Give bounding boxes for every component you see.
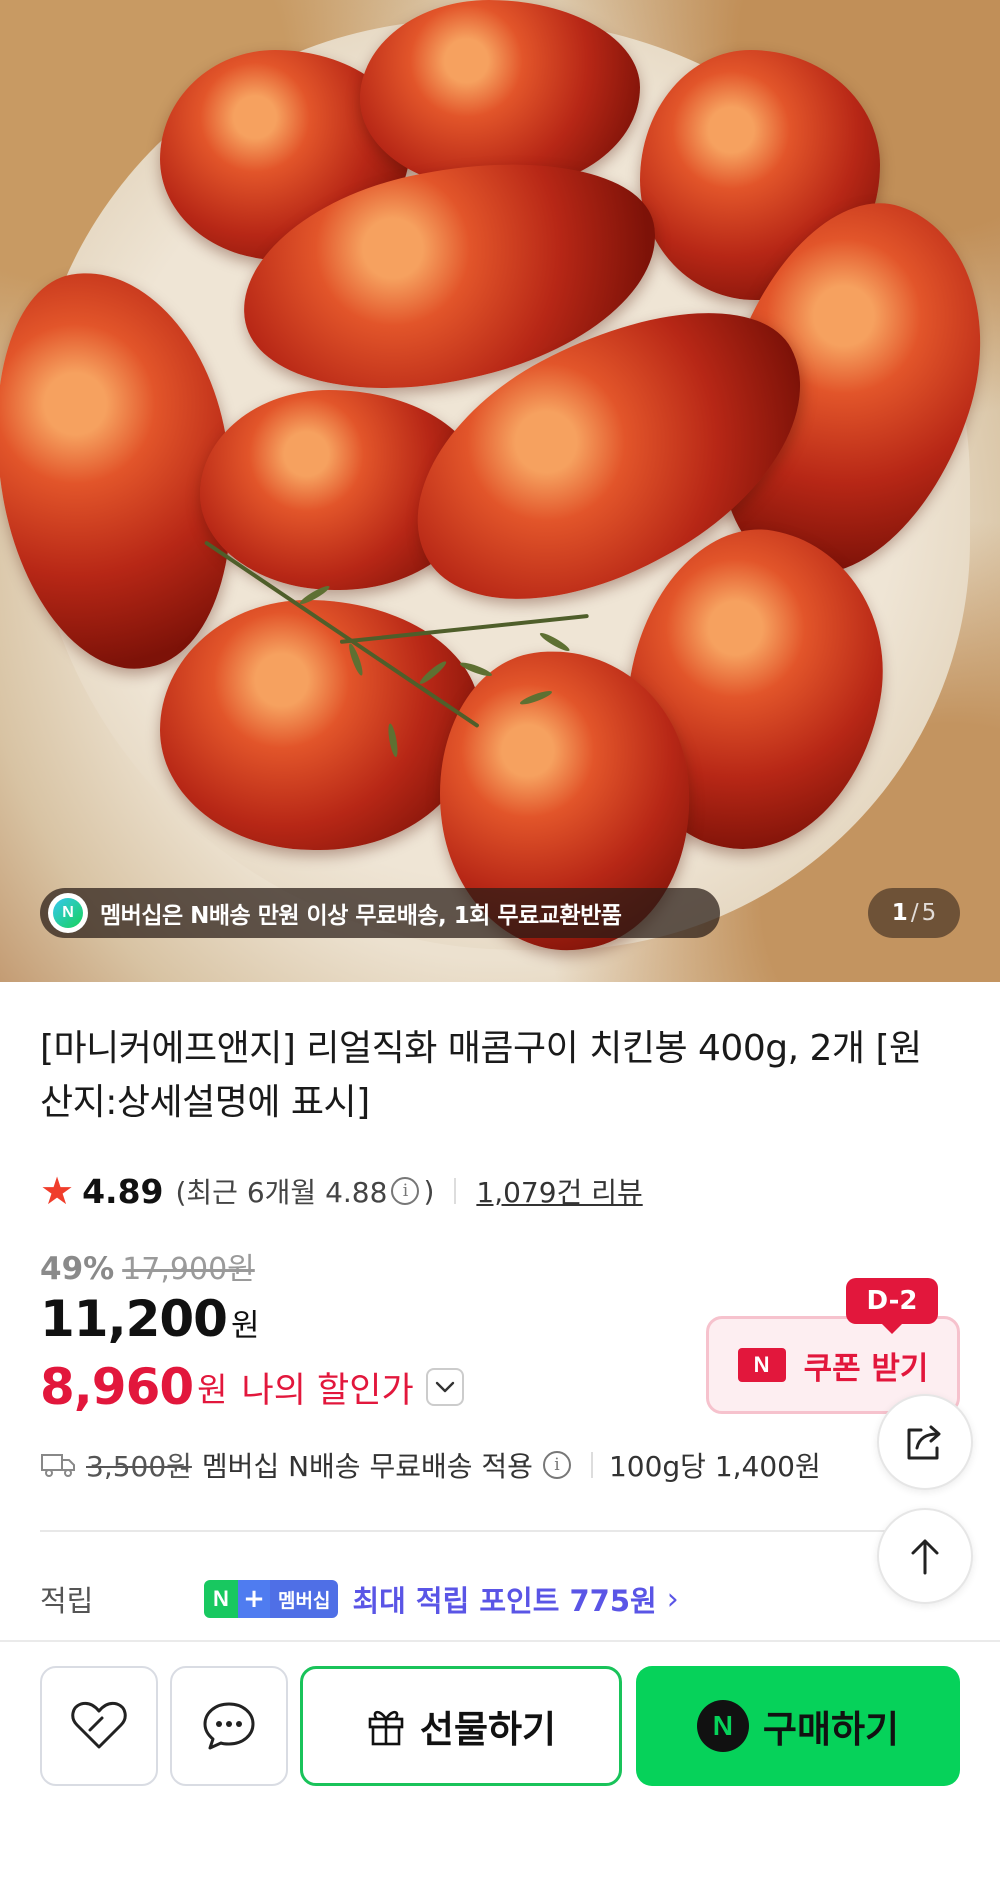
rating-row: ★ 4.89 (최근 6개월 4.88 i ) 1,079건 리뷰	[40, 1168, 643, 1214]
points-row[interactable]: 적립 N + 멤버십 최대 적립 포인트 775원 ›	[40, 1574, 679, 1624]
talk-button[interactable]	[170, 1666, 288, 1786]
my-price-unit: 원	[197, 1370, 228, 1409]
shipping-text: 멤버십 N배송 무료배송 적용	[201, 1450, 533, 1483]
heart-icon	[71, 1701, 127, 1749]
coupon-label: 쿠폰 받기	[803, 1350, 929, 1387]
sale-price-row: 11,200 원	[40, 1290, 259, 1348]
naver-n-icon: N	[737, 1348, 786, 1382]
info-icon[interactable]: i	[542, 1451, 571, 1479]
gift-button[interactable]: 선물하기	[300, 1666, 622, 1786]
points-title: 적립	[40, 1584, 94, 1618]
original-price: 17,900원	[122, 1252, 255, 1287]
my-price-label: 나의 할인가	[241, 1370, 414, 1411]
review-count-link[interactable]: 1,079건 리뷰	[476, 1171, 642, 1211]
info-icon[interactable]: i	[391, 1177, 420, 1205]
unit-price: 100g당 1,400원	[608, 1450, 821, 1483]
naver-n-icon: N	[696, 1700, 749, 1752]
membership-label: 멤버십	[270, 1580, 339, 1618]
membership-promo-banner[interactable]: N 멤버십은 N배송 만원 이상 무료배송, 1회 무료교환반품	[40, 888, 720, 938]
naver-n-icon: N	[53, 898, 83, 928]
product-title: [마니커에프앤지] 리얼직화 매콤구이 치킨봉 400g, 2개 [원산지:상세…	[40, 1028, 922, 1123]
discount-row: 49% 17,900원	[40, 1244, 255, 1288]
chevron-down-icon[interactable]	[425, 1368, 464, 1406]
divider	[590, 1452, 593, 1478]
max-points-text: 최대 적립 포인트 775원	[352, 1584, 657, 1618]
recent-rating: (최근 6개월 4.88	[175, 1176, 388, 1209]
recent-rating-close: )	[423, 1174, 435, 1208]
naver-delivery-icon: N	[48, 893, 88, 933]
dday-badge: D-2	[846, 1278, 938, 1334]
shipping-row: 3,500원 멤버십 N배송 무료배송 적용 i 100g당 1,400원	[40, 1442, 821, 1488]
discount-rate: 49%	[40, 1251, 115, 1287]
buy-label: 구매하기	[762, 1708, 900, 1751]
gift-icon	[368, 1710, 404, 1746]
wishlist-button[interactable]	[40, 1666, 158, 1786]
gift-label: 선물하기	[419, 1708, 557, 1751]
pager-total: 5	[921, 900, 937, 926]
sale-price-unit: 원	[230, 1308, 260, 1344]
section-divider	[40, 1530, 900, 1532]
scroll-top-button[interactable]	[877, 1508, 973, 1604]
promo-text: 멤버십은 N배송 만원 이상 무료배송, 1회 무료교환반품	[100, 903, 622, 929]
bottom-bar-divider	[0, 1640, 1000, 1642]
share-icon	[907, 1425, 941, 1460]
buy-button[interactable]: N 구매하기	[636, 1666, 960, 1786]
product-image[interactable]: N 멤버십은 N배송 만원 이상 무료배송, 1회 무료교환반품 1 / 5	[0, 0, 1000, 982]
divider	[454, 1178, 457, 1204]
rating-score: 4.89	[82, 1171, 164, 1211]
naver-plus-membership-badge: N + 멤버십	[204, 1580, 339, 1618]
pager-current: 1	[891, 900, 908, 926]
my-price-row: 8,960 원 나의 할인가	[40, 1358, 464, 1416]
star-icon: ★	[40, 1169, 75, 1213]
chevron-right-icon: ›	[666, 1581, 679, 1617]
pager-separator: /	[910, 900, 919, 926]
sale-price: 11,200	[40, 1290, 228, 1348]
image-pager: 1 / 5	[868, 888, 960, 938]
my-price: 8,960	[40, 1358, 194, 1416]
original-shipping-fee: 3,500원	[86, 1450, 192, 1483]
arrow-up-icon	[911, 1539, 939, 1575]
share-button[interactable]	[877, 1394, 973, 1490]
plus-icon: +	[238, 1580, 270, 1618]
talk-icon	[203, 1702, 255, 1750]
naver-n-icon: N	[204, 1580, 238, 1618]
truck-icon	[41, 1454, 75, 1477]
